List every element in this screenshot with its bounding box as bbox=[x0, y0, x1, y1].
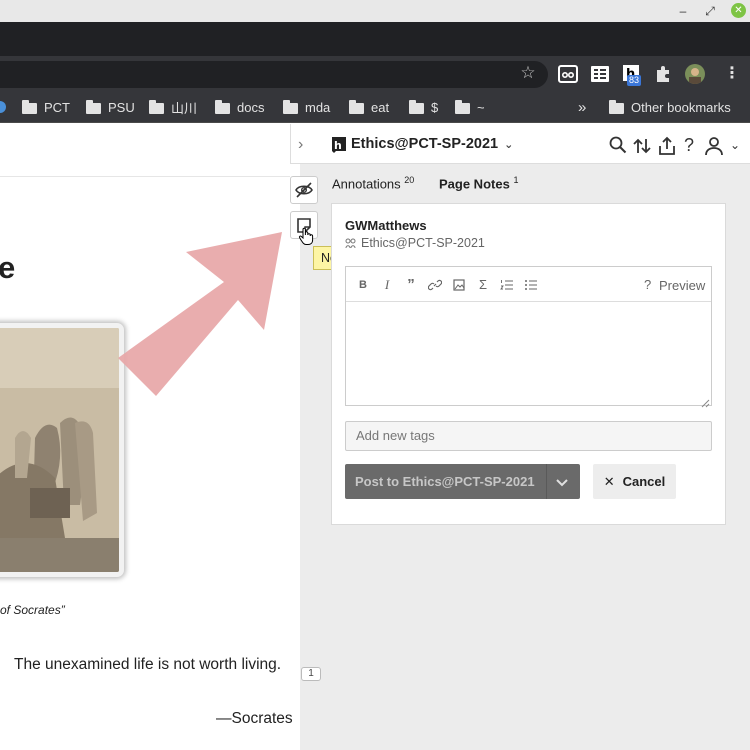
page-divider bbox=[0, 176, 290, 177]
window-titlebar bbox=[0, 0, 750, 22]
post-button-divider bbox=[546, 464, 547, 499]
bookmark-label: 山川 bbox=[171, 100, 198, 116]
image-caption: of Socrates” bbox=[0, 603, 65, 617]
note-group-name: Ethics@PCT-SP-2021 bbox=[361, 236, 485, 250]
folder-icon bbox=[215, 99, 230, 114]
folder-icon bbox=[149, 99, 164, 114]
post-button-label: Post to Ethics@PCT-SP-2021 bbox=[355, 474, 535, 489]
bookmark-label: mda bbox=[305, 99, 331, 115]
numbered-list-icon[interactable] bbox=[500, 278, 514, 292]
other-bookmarks[interactable]: Other bookmarks bbox=[609, 92, 731, 122]
tab-page-notes[interactable]: Page Notes 1 bbox=[439, 175, 518, 191]
folder-icon bbox=[409, 99, 424, 114]
collapse-sidebar-chevron-icon[interactable]: › bbox=[298, 136, 310, 154]
share-icon[interactable] bbox=[657, 136, 677, 156]
note-group[interactable]: Ethics@PCT-SP-2021 bbox=[345, 236, 485, 250]
hypothesis-logo-icon[interactable]: h bbox=[332, 137, 346, 153]
bookmark-docs[interactable]: docs bbox=[215, 92, 264, 122]
folder-icon bbox=[22, 99, 37, 114]
preview-button[interactable]: Preview bbox=[659, 278, 705, 293]
extension-reader-icon[interactable] bbox=[558, 64, 578, 84]
group-icon bbox=[345, 238, 356, 248]
bookmark-dollar[interactable]: $ bbox=[409, 92, 438, 122]
tab-strip bbox=[0, 22, 750, 56]
bookmarks-overflow-button[interactable]: » bbox=[578, 92, 586, 122]
folder-icon bbox=[349, 99, 364, 114]
page-heading-fragment: e bbox=[0, 250, 16, 285]
post-options-chevron-icon[interactable] bbox=[553, 473, 571, 491]
sort-icon[interactable] bbox=[632, 136, 652, 156]
minimize-icon[interactable]: – bbox=[676, 4, 690, 18]
bookmark-label: docs bbox=[237, 99, 265, 115]
bookmark-label: PCT bbox=[44, 99, 70, 115]
bookmark-label: ~ bbox=[477, 99, 485, 115]
image-icon[interactable] bbox=[452, 278, 466, 292]
close-window-icon[interactable]: ✕ bbox=[731, 3, 746, 18]
bookmark-label: eat bbox=[371, 99, 390, 115]
extensions-puzzle-icon[interactable] bbox=[654, 64, 674, 84]
folder-icon bbox=[455, 99, 470, 114]
tab-page-notes-count: 1 bbox=[513, 175, 519, 185]
cancel-button-label: Cancel bbox=[622, 474, 666, 489]
tab-annotations-label: Annotations bbox=[332, 176, 401, 192]
bulleted-list-icon[interactable] bbox=[524, 278, 538, 292]
link-icon[interactable] bbox=[427, 278, 443, 292]
tab-page-notes-label: Page Notes bbox=[439, 176, 510, 192]
bookmark-shanchuan[interactable]: 山川 bbox=[149, 92, 197, 122]
annotation-count-bubble[interactable]: 1 bbox=[301, 667, 321, 681]
bookmark-psu[interactable]: PSU bbox=[86, 92, 135, 122]
add-tags-input[interactable]: Add new tags bbox=[345, 421, 712, 451]
overflow-label: » bbox=[578, 98, 587, 116]
bookmark-label: PSU bbox=[108, 99, 135, 115]
bookmark-tilde[interactable]: ~ bbox=[455, 92, 485, 122]
restore-icon[interactable]: ⤢ bbox=[703, 4, 717, 18]
globe-icon bbox=[0, 101, 6, 113]
bold-icon[interactable]: B bbox=[356, 278, 370, 292]
tab-annotations[interactable]: Annotations 20 bbox=[332, 175, 414, 191]
browser-menu-icon[interactable]: ⋮ bbox=[724, 64, 740, 84]
search-icon[interactable] bbox=[609, 136, 627, 154]
note-author[interactable]: GWMatthews bbox=[345, 218, 427, 233]
post-button[interactable]: Post to Ethics@PCT-SP-2021 bbox=[345, 464, 580, 499]
help-icon[interactable]: ? bbox=[682, 135, 696, 155]
bookmark-pct[interactable]: PCT bbox=[22, 92, 70, 122]
group-name: Ethics@PCT-SP-2021 bbox=[351, 136, 499, 152]
italic-icon[interactable]: I bbox=[380, 278, 394, 292]
profile-avatar[interactable] bbox=[685, 64, 705, 84]
hand-cursor-icon bbox=[298, 227, 314, 245]
folder-icon bbox=[283, 99, 298, 114]
bookmarks-bar: PCT PSU 山川 docs mda eat $ ~ » Other book… bbox=[0, 92, 750, 123]
quote-text: The unexamined life is not worth living. bbox=[14, 656, 282, 673]
folder-icon bbox=[609, 99, 624, 114]
extension-outline-icon[interactable] bbox=[590, 64, 610, 84]
math-icon[interactable]: Σ bbox=[476, 278, 490, 292]
group-selector[interactable]: Ethics@PCT-SP-2021 ⌄ bbox=[351, 136, 513, 152]
account-chevron-icon[interactable]: ⌄ bbox=[730, 138, 740, 152]
svg-text:h: h bbox=[334, 139, 342, 152]
pointer-arrow bbox=[118, 228, 290, 400]
chevron-down-icon: ⌄ bbox=[504, 138, 514, 151]
cancel-button[interactable]: ✕ Cancel bbox=[593, 464, 676, 499]
quote-attribution: —Socrates bbox=[216, 710, 293, 727]
user-account-icon[interactable] bbox=[704, 136, 724, 156]
bookmark-eat[interactable]: eat bbox=[349, 92, 389, 122]
bookmark-mda[interactable]: mda bbox=[283, 92, 330, 122]
folder-icon bbox=[86, 99, 101, 114]
socrates-painting bbox=[0, 323, 124, 577]
resize-handle-icon[interactable] bbox=[701, 395, 710, 408]
other-bookmarks-label: Other bookmarks bbox=[631, 99, 731, 115]
markdown-help-icon[interactable]: ? bbox=[644, 277, 651, 292]
hide-highlights-button[interactable] bbox=[290, 176, 318, 204]
bookmark-label: $ bbox=[431, 99, 439, 115]
extension-badge: 83 bbox=[627, 75, 642, 86]
quote-icon[interactable]: ” bbox=[404, 277, 418, 292]
close-icon: ✕ bbox=[603, 473, 615, 489]
bookmark-star-icon[interactable]: ☆ bbox=[519, 64, 537, 82]
hypothesis-extension-icon[interactable]: h 83 bbox=[622, 64, 642, 86]
address-bar[interactable] bbox=[0, 61, 548, 88]
tab-annotations-count: 20 bbox=[404, 175, 415, 185]
